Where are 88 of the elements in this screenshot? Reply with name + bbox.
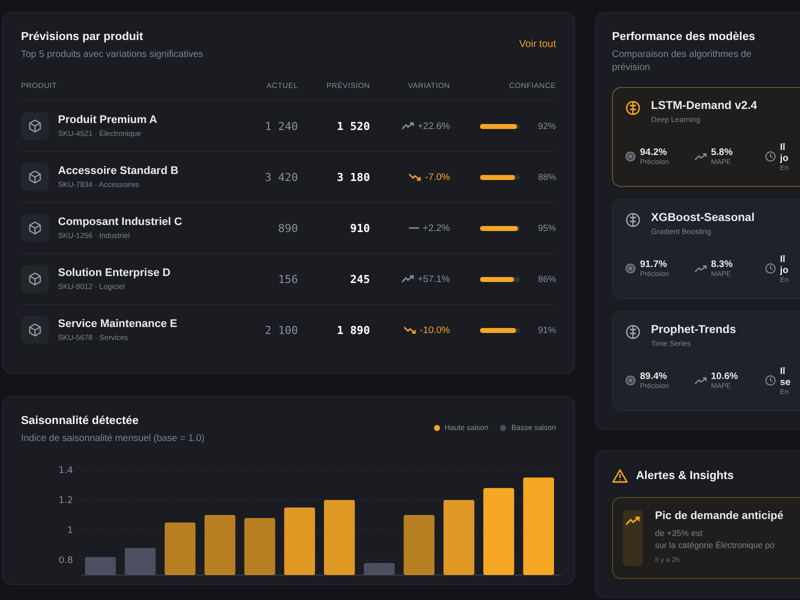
confidence-bar: [480, 124, 520, 129]
clock-icon: [765, 263, 776, 274]
trend-up-icon: [695, 152, 707, 161]
view-all-link[interactable]: Voir tout: [519, 39, 556, 50]
card-title: Alertes & Insights: [636, 470, 734, 482]
axis-tick-label: 1: [67, 526, 73, 536]
confidence-bar: [480, 226, 520, 231]
chart-bar: [124, 548, 156, 575]
updated-value: Il: [780, 254, 786, 265]
alert-description: de +35% est sur la catégorie Électronique po: [655, 526, 776, 552]
package-icon: [21, 265, 49, 294]
chart-bar: [85, 556, 116, 575]
card-title: Saisonnalité détectée: [21, 415, 140, 428]
table-cell: 1 520: [336, 120, 370, 133]
table-cell: 3 180: [336, 170, 370, 184]
table-cell: 910: [350, 222, 370, 235]
target-icon: [625, 151, 636, 162]
package-icon: [21, 163, 49, 192]
table-cell: 3 420: [264, 170, 298, 184]
warning-icon: [612, 468, 628, 483]
product-name: Solution Enterprise D: [58, 267, 170, 280]
updated-value: jo: [780, 264, 789, 276]
trend-down-icon: [409, 173, 422, 182]
trend-up-icon: [402, 275, 414, 284]
chart-bar: [284, 507, 315, 575]
dash-icon: [408, 227, 419, 230]
table-cell: 890: [278, 222, 298, 235]
table-cell: 1 240: [264, 120, 298, 133]
product-name: Accessoire Standard B: [58, 165, 178, 178]
alert-title: Pic de demande anticipé: [655, 510, 784, 522]
variation-value: +2.2%: [422, 222, 450, 234]
table-cell: 156: [278, 272, 298, 286]
variation-value: -10.0%: [420, 324, 450, 336]
trend-up-icon: [695, 264, 707, 273]
variation-value: +57.1%: [418, 274, 450, 285]
precision-value: 89.4%: [640, 371, 668, 382]
trend-up-icon: [695, 376, 707, 385]
chart-bar: [164, 522, 196, 575]
package-icon: [21, 112, 49, 140]
confidence-value: 91%: [538, 325, 556, 336]
model-name: Prophet-Trends: [651, 324, 736, 336]
table-cell: 1 890: [336, 324, 370, 337]
target-icon: [625, 263, 636, 274]
confidence-value: 95%: [538, 223, 556, 234]
clock-icon: [765, 375, 776, 386]
model-name: LSTM-Demand v2.4: [651, 100, 758, 112]
variation-value: -7.0%: [425, 172, 450, 183]
table-cell: 2 100: [264, 324, 298, 337]
precision-value: 94.2%: [640, 147, 668, 158]
mape-value: 10.6%: [711, 371, 738, 382]
confidence-value: 88%: [538, 172, 556, 182]
product-name: Produit Premium A: [58, 114, 158, 126]
package-icon: [21, 214, 49, 242]
chart-bar: [404, 514, 434, 575]
axis-tick-label: 0.8: [58, 556, 73, 566]
chart-bar: [364, 562, 395, 575]
clock-icon: [765, 151, 776, 162]
chart-bar: [204, 514, 236, 575]
table-cell: 245: [350, 272, 370, 286]
trend-up-icon: [402, 122, 414, 130]
confidence-bar: [480, 174, 520, 180]
confidence-bar: [480, 328, 520, 333]
mape-value: 8.3%: [711, 259, 733, 270]
package-icon: [21, 316, 49, 344]
updated-value: se: [780, 376, 791, 388]
card-subtitle: Top 5 produits avec variations significatives: [21, 48, 204, 62]
updated-value: Il: [780, 366, 786, 377]
confidence-bar: [480, 276, 520, 282]
confidence-value: 92%: [538, 121, 556, 132]
axis-tick-label: 1.2: [58, 496, 73, 506]
mape-value: 5.8%: [711, 147, 733, 158]
product-name: Service Maintenance E: [58, 318, 178, 330]
trend-up-icon: [623, 510, 643, 566]
chart-bar: [244, 518, 276, 575]
trend-down-icon: [404, 326, 416, 334]
card-title: Prévisions par produit: [21, 31, 144, 43]
precision-value: 91.7%: [640, 259, 668, 270]
model-name: XGBoost-Seasonal: [651, 212, 755, 224]
card-title: Performance des modèles: [612, 31, 756, 43]
variation-value: +22.6%: [418, 120, 450, 132]
product-name: Composant Industriel C: [58, 216, 182, 228]
updated-value: Il: [780, 142, 786, 153]
target-icon: [625, 375, 636, 386]
card-subtitle: Indice de saisonnalité mensuel (base = 1.0): [21, 432, 205, 446]
card-subtitle: Comparaison des algorithmes de prévision: [612, 48, 752, 75]
axis-tick-label: 1.4: [58, 466, 73, 476]
updated-value: jo: [780, 152, 789, 164]
confidence-value: 86%: [538, 274, 556, 284]
